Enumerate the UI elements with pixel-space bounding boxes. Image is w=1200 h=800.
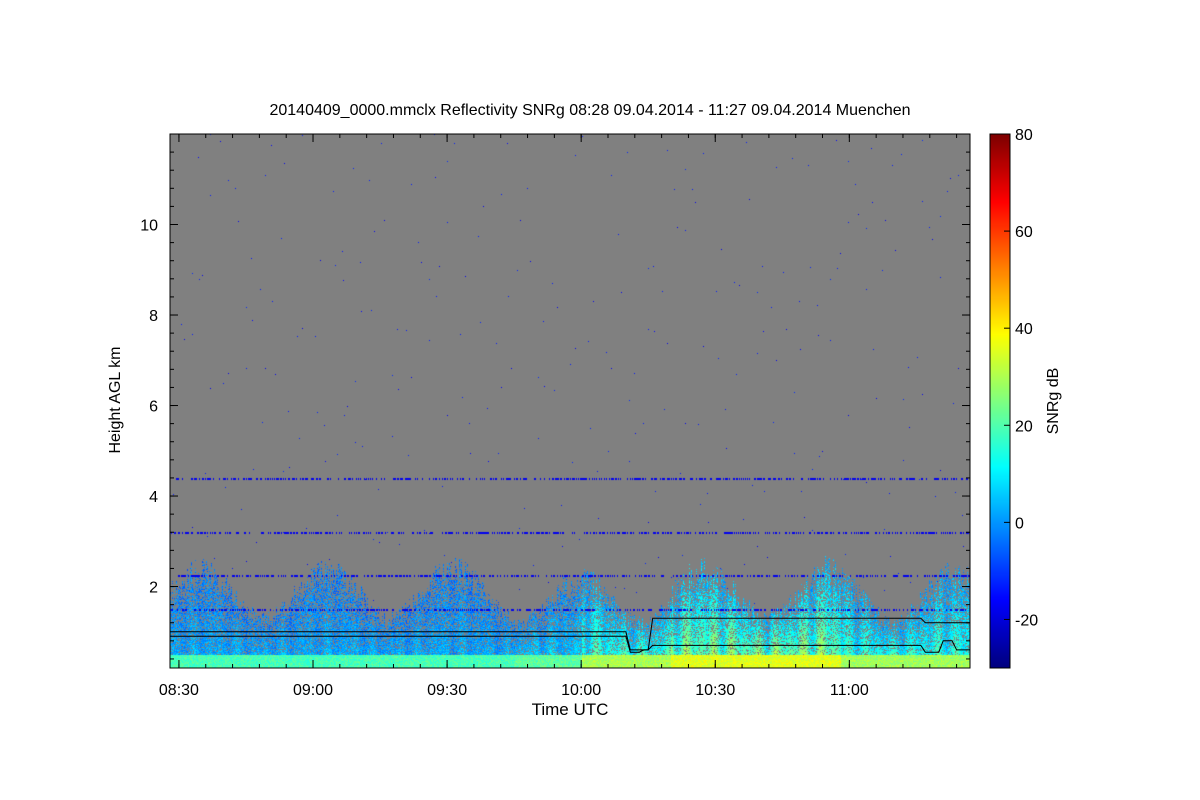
x-tick-label: 10:30 (695, 682, 735, 699)
colorbar-tick-label: 80 (1015, 127, 1033, 144)
y-axis-label: Height AGL km (107, 346, 124, 453)
y-tick-label: 2 (149, 580, 158, 597)
colorbar: -20 0 20 40 60 80 (989, 127, 1038, 669)
y-tick-label: 4 (149, 489, 158, 506)
x-axis-label: Time UTC (532, 700, 609, 719)
x-tick-label: 09:00 (293, 682, 333, 699)
y-tick-label: 10 (140, 218, 158, 235)
colorbar-tick-label: 40 (1015, 321, 1033, 338)
plot-area: 08:30 09:00 09:30 10:00 10:30 11:00 2 4 6 8 10 (140, 133, 971, 699)
x-tick-label: 11:00 (830, 682, 869, 699)
colorbar-tick-label: 20 (1015, 418, 1033, 435)
chart-title: 20140409_0000.mmclx Reflectivity SNRg 08… (269, 102, 910, 119)
colorbar-tick-label: 60 (1015, 224, 1033, 241)
colorbar-label: SNRg dB (1045, 368, 1062, 435)
radar-chart: 20140409_0000.mmclx Reflectivity SNRg 08… (107, 102, 1062, 719)
colorbar-tick-label: 0 (1015, 515, 1024, 532)
x-tick-label: 08:30 (159, 682, 199, 699)
y-tick-label: 8 (149, 308, 158, 325)
colorbar-gradient (990, 134, 1010, 668)
colorbar-tick-label: -20 (1015, 612, 1038, 629)
x-tick-label: 10:00 (561, 682, 601, 699)
reflectivity-heatmap (170, 134, 970, 668)
y-tick-label: 6 (149, 399, 158, 416)
x-tick-label: 09:30 (427, 682, 467, 699)
